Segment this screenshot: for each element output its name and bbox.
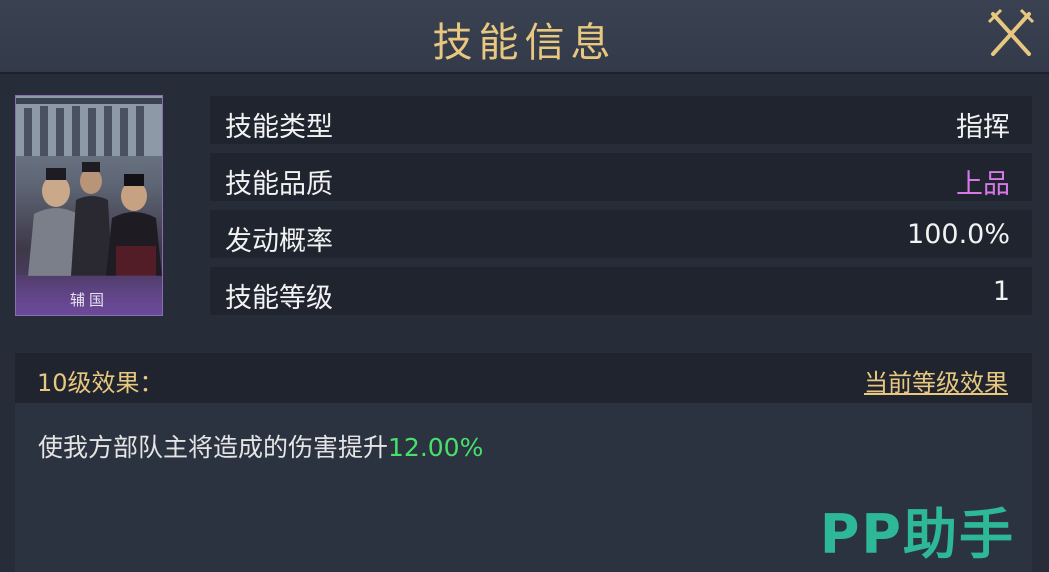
info-row-skill-level: 技能等级 1 xyxy=(210,267,1032,315)
dialog-title: 技能信息 xyxy=(432,20,617,66)
effect-title: 10级效果： xyxy=(37,369,164,397)
effect-description-text: 使我方部队主将造成的伤害提升 xyxy=(38,433,389,462)
current-level-effect-link[interactable]: 当前等级效果 xyxy=(864,363,1008,398)
info-row-trigger-rate: 发动概率 100.0% xyxy=(210,210,1032,258)
effect-description: 使我方部队主将造成的伤害提升12.00% xyxy=(38,428,483,464)
skill-portrait-image xyxy=(16,96,162,276)
close-icon xyxy=(987,8,1035,56)
effect-header: 10级效果： 当前等级效果 xyxy=(15,353,1032,403)
trigger-rate-label: 发动概率 xyxy=(225,226,333,257)
title-bar: 技能信息 xyxy=(0,0,1049,74)
watermark-logo: PP助手 xyxy=(819,503,1015,566)
skill-type-label: 技能类型 xyxy=(225,112,333,143)
trigger-rate-value: 100.0% xyxy=(907,219,1010,250)
skill-level-value: 1 xyxy=(992,276,1010,307)
info-row-skill-quality: 技能品质 上品 xyxy=(210,153,1032,201)
close-button[interactable] xyxy=(987,8,1035,60)
skill-quality-label: 技能品质 xyxy=(225,169,333,200)
skill-portrait-card: 辅国 xyxy=(15,95,163,316)
skill-type-value: 指挥 xyxy=(956,112,1010,143)
info-row-skill-type: 技能类型 指挥 xyxy=(210,96,1032,144)
portrait-name: 辅国 xyxy=(16,275,162,315)
skill-quality-value: 上品 xyxy=(956,169,1010,200)
effect-value: 12.00% xyxy=(388,433,484,462)
skill-level-label: 技能等级 xyxy=(225,283,333,314)
